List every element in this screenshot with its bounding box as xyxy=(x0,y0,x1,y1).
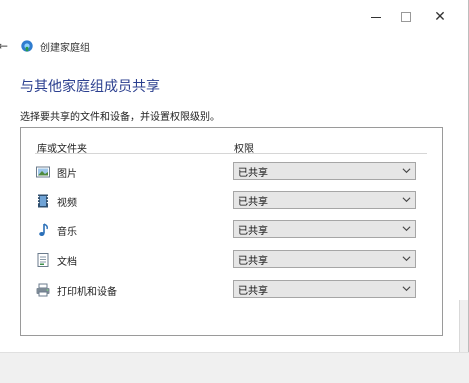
window-edge xyxy=(459,300,468,352)
sharing-panel: 库或文件夹 权限 图片 已共享 视频 已共享 音乐 已共享 文档 已共享 打印机… xyxy=(20,127,443,336)
page-subtitle: 选择要共享的文件和设备，并设置权限级别。 xyxy=(20,112,220,123)
row-label: 图片 xyxy=(57,169,77,180)
videos-icon xyxy=(38,194,48,208)
nav-title: 创建家庭组 xyxy=(40,42,90,54)
permission-select[interactable]: 已共享 xyxy=(233,191,416,209)
nav-bar: ← 创建家庭组 xyxy=(0,36,90,56)
pictures-icon xyxy=(36,166,50,178)
music-icon xyxy=(39,223,48,236)
table-row: 图片 已共享 xyxy=(35,162,429,182)
chevron-down-icon xyxy=(402,256,411,262)
chevron-down-icon xyxy=(402,168,411,174)
select-value: 已共享 xyxy=(238,225,268,237)
permission-select[interactable]: 已共享 xyxy=(233,250,416,268)
maximize-button[interactable] xyxy=(392,8,420,26)
permission-select[interactable]: 已共享 xyxy=(233,220,416,238)
page-title: 与其他家庭组成员共享 xyxy=(20,79,160,95)
permission-select[interactable]: 已共享 xyxy=(233,280,416,298)
select-value: 已共享 xyxy=(238,196,268,208)
homegroup-window: ✕ ← 创建家庭组 与其他家庭组成员共享 选择要共享的文件和设备，并设置权限级别… xyxy=(0,0,469,383)
row-label: 视频 xyxy=(57,198,77,209)
row-label: 音乐 xyxy=(57,227,77,238)
documents-icon xyxy=(37,253,49,267)
row-label: 文档 xyxy=(57,257,77,268)
select-value: 已共享 xyxy=(238,285,268,297)
minimize-icon xyxy=(371,16,381,18)
title-bar: ✕ xyxy=(0,0,469,32)
printer-icon xyxy=(36,283,50,297)
maximize-icon xyxy=(401,12,411,22)
permission-select[interactable]: 已共享 xyxy=(233,162,416,180)
table-row: 文档 已共享 xyxy=(35,250,429,270)
footer-bar xyxy=(0,352,469,383)
select-value: 已共享 xyxy=(238,255,268,267)
table-row: 视频 已共享 xyxy=(35,191,429,211)
header-divider xyxy=(35,153,427,154)
row-label: 打印机和设备 xyxy=(57,287,117,298)
minimize-button[interactable] xyxy=(362,8,390,26)
close-icon: ✕ xyxy=(434,9,446,25)
homegroup-icon xyxy=(21,40,33,52)
table-row: 打印机和设备 已共享 xyxy=(35,280,429,300)
close-button[interactable]: ✕ xyxy=(426,8,454,26)
back-arrow-icon[interactable]: ← xyxy=(0,39,12,53)
chevron-down-icon xyxy=(402,197,411,203)
chevron-down-icon xyxy=(402,226,411,232)
chevron-down-icon xyxy=(402,286,411,292)
table-row: 音乐 已共享 xyxy=(35,220,429,240)
select-value: 已共享 xyxy=(238,167,268,179)
